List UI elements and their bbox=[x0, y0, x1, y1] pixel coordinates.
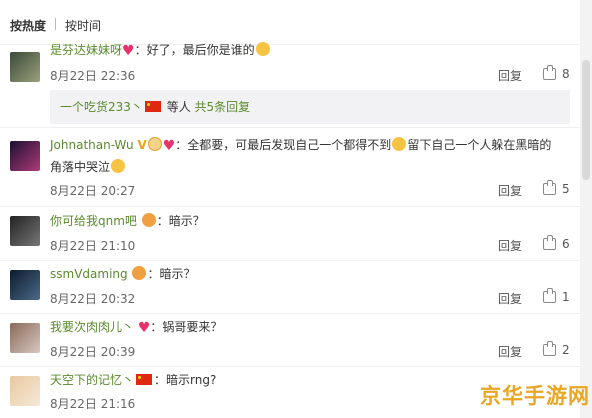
comment-text: ：好了，最后你是谁的 bbox=[134, 43, 255, 57]
like-count: 1 bbox=[562, 290, 570, 304]
thumbs-up-icon bbox=[543, 65, 556, 80]
like-button[interactable]: 5 bbox=[543, 180, 570, 196]
comment-time: 8月22日 21:16 bbox=[50, 397, 136, 411]
username-link[interactable]: 是芬达妹妹呀 bbox=[50, 43, 122, 57]
comment-text-line: 你可给我qnm吧 ：暗示？ bbox=[50, 210, 570, 232]
sort-by-time[interactable]: 按时间 bbox=[65, 17, 101, 34]
divider bbox=[0, 206, 580, 207]
scrollbar-thumb[interactable] bbox=[582, 60, 590, 180]
scrollbar[interactable] bbox=[580, 0, 592, 418]
reply-button[interactable]: 回复 bbox=[498, 67, 522, 84]
sub-reply-mid: 等人 bbox=[162, 100, 195, 114]
like-button[interactable]: 1 bbox=[543, 288, 570, 304]
comment-text-line: ssmVdaming ：暗示？ bbox=[50, 263, 570, 285]
comment-text: ：暗示？ bbox=[156, 214, 205, 228]
reply-button[interactable]: 回复 bbox=[498, 237, 522, 254]
comment-item: 你可给我qnm吧 ：暗示？ 8月22日 21:10 回复 6 bbox=[0, 210, 580, 260]
thumbs-up-icon bbox=[543, 235, 556, 250]
like-button[interactable]: 2 bbox=[543, 341, 570, 357]
thumbs-up-icon bbox=[543, 180, 556, 195]
heart-emoji-icon: ♥ bbox=[162, 138, 176, 154]
divider bbox=[0, 260, 580, 261]
like-count: 6 bbox=[562, 237, 570, 251]
comment-time: 8月22日 21:10 bbox=[50, 239, 136, 253]
username-link[interactable]: Johnathan-Wu bbox=[50, 138, 134, 152]
like-button[interactable]: 8 bbox=[543, 65, 570, 81]
level-badge-icon bbox=[147, 137, 162, 151]
like-button[interactable]: 6 bbox=[543, 235, 570, 251]
comment-text-cont: 留下自己一个人躲在黑暗的 bbox=[407, 138, 552, 152]
thumbs-up-icon bbox=[543, 288, 556, 303]
comment-item: Johnathan-Wu V ♥：全都要，可最后发现自己一个都得不到 留下自己一个人… bbox=[0, 133, 580, 205]
comment-text-line: 我要次肉肉儿丶 ♥：锅哥要来？ bbox=[50, 316, 570, 339]
face-emoji-icon bbox=[392, 137, 407, 151]
vip-badge-icon: V bbox=[137, 138, 147, 152]
comment-time: 8月22日 20:27 bbox=[50, 184, 136, 198]
sub-reply-count-link[interactable]: 共5条回复 bbox=[195, 100, 251, 114]
comment-text-line: 是芬达妹妹呀♥：好了，最后你是谁的 bbox=[50, 39, 570, 62]
sad-face-emoji-icon bbox=[111, 159, 126, 173]
username-link[interactable]: 我要次肉肉儿丶 bbox=[50, 320, 134, 334]
like-count: 8 bbox=[562, 67, 570, 81]
username-link[interactable]: 你可给我qnm吧 bbox=[50, 214, 137, 228]
china-flag-icon bbox=[136, 374, 153, 385]
thumbs-up-icon bbox=[543, 341, 556, 356]
china-flag-icon bbox=[144, 101, 161, 112]
comment-time: 8月22日 22:36 bbox=[50, 69, 136, 83]
heart-emoji-icon: ♥ bbox=[122, 43, 135, 59]
reply-button[interactable]: 回复 bbox=[498, 182, 522, 199]
avatar[interactable] bbox=[10, 270, 40, 300]
username-link[interactable]: ssmVdaming bbox=[50, 267, 128, 281]
reply-button[interactable]: 回复 bbox=[498, 343, 522, 360]
comment-item: 是芬达妹妹呀♥：好了，最后你是谁的 8月22日 22:36 回复 8 一个吃货2… bbox=[0, 42, 580, 144]
divider bbox=[0, 127, 580, 128]
like-count: 5 bbox=[562, 182, 570, 196]
comment-text-line: Johnathan-Wu V ♥：全都要，可最后发现自己一个都得不到 留下自己一个人… bbox=[50, 134, 570, 157]
avatar[interactable] bbox=[10, 216, 40, 246]
avatar[interactable] bbox=[10, 52, 40, 82]
comment-time: 8月22日 20:32 bbox=[50, 292, 136, 306]
sub-reply-box: 一个吃货233丶 等人 共5条回复 bbox=[50, 90, 570, 124]
avatar[interactable] bbox=[10, 141, 40, 171]
like-count: 2 bbox=[562, 343, 570, 357]
divider bbox=[0, 313, 580, 314]
avatar[interactable] bbox=[10, 376, 40, 406]
cat-emoji-icon bbox=[255, 42, 270, 56]
comment-text-cont: 角落中哭泣 bbox=[50, 160, 111, 174]
avatar[interactable] bbox=[10, 323, 40, 353]
emoji-icon bbox=[132, 266, 147, 280]
emoji-icon bbox=[141, 213, 156, 227]
divider bbox=[0, 366, 580, 367]
comment-text: ：暗示？ bbox=[147, 267, 196, 281]
sort-divider bbox=[55, 18, 56, 30]
username-link[interactable]: 天空下的记忆丶 bbox=[50, 373, 134, 387]
comment-text: ：暗示rng? bbox=[154, 373, 217, 387]
comment-item: 我要次肉肉儿丶 ♥：锅哥要来？ 8月22日 20:39 回复 2 bbox=[0, 316, 580, 366]
comment-time: 8月22日 20:39 bbox=[50, 345, 136, 359]
comment-item: ssmVdaming ：暗示？ 8月22日 20:32 回复 1 bbox=[0, 263, 580, 313]
heart-emoji-icon: ♥ bbox=[137, 320, 151, 336]
sub-reply-user-link[interactable]: 一个吃货233丶 bbox=[60, 100, 143, 114]
sort-by-hot[interactable]: 按热度 bbox=[10, 17, 46, 34]
comment-text: ：全都要，可最后发现自己一个都得不到 bbox=[175, 138, 392, 152]
watermark-logo: 京华手游网 bbox=[480, 384, 590, 408]
comment-text: ：锅哥要来？ bbox=[150, 320, 223, 334]
comment-text-line-2: 角落中哭泣 bbox=[50, 156, 570, 178]
reply-button[interactable]: 回复 bbox=[498, 290, 522, 307]
